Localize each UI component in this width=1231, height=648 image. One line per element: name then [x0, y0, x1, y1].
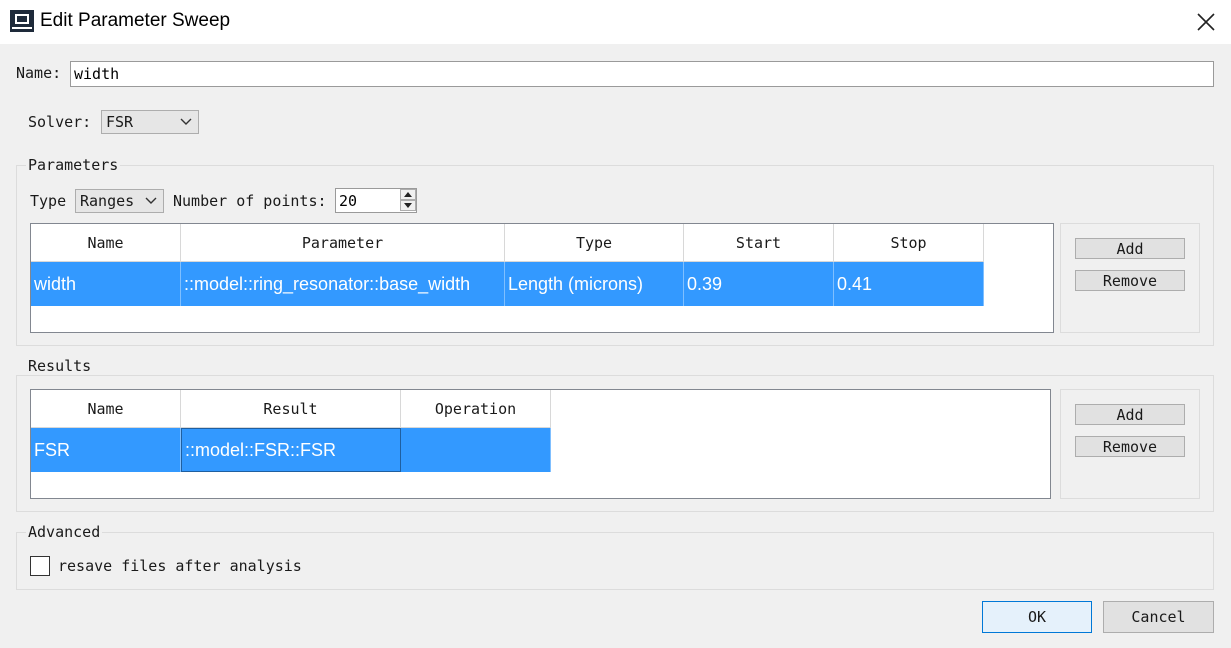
solver-select[interactable]: FSR: [101, 110, 199, 134]
table-cell[interactable]: 0.39: [684, 262, 834, 306]
table-cell[interactable]: [401, 428, 551, 472]
table-cell[interactable]: ::model::FSR::FSR: [181, 428, 401, 472]
name-label: Name:: [16, 64, 62, 82]
resave-files-checkbox[interactable]: [30, 556, 50, 576]
name-input[interactable]: [70, 61, 1214, 87]
spin-up-button[interactable]: [400, 189, 416, 200]
close-button[interactable]: [1188, 4, 1224, 40]
results-table-header: Name Result Operation: [31, 390, 1050, 428]
table-cell[interactable]: FSR: [31, 428, 181, 472]
table-cell[interactable]: 0.41: [834, 262, 984, 306]
table-row[interactable]: FSR ::model::FSR::FSR: [31, 428, 1050, 472]
spin-down-icon: [404, 203, 412, 208]
column-header[interactable]: Start: [684, 224, 834, 262]
type-label: Type: [30, 192, 67, 210]
column-header[interactable]: Stop: [834, 224, 984, 262]
type-select[interactable]: Ranges: [75, 189, 164, 213]
solver-label: Solver:: [28, 113, 92, 131]
resave-files-label: resave files after analysis: [58, 557, 302, 575]
solver-selected-value: FSR: [106, 113, 134, 131]
remove-parameter-button[interactable]: Remove: [1075, 270, 1185, 291]
table-cell[interactable]: width: [31, 262, 181, 306]
cancel-button[interactable]: Cancel: [1103, 601, 1214, 633]
window-title: Edit Parameter Sweep: [40, 10, 231, 31]
points-spinbox[interactable]: [335, 188, 417, 213]
parameters-group-title: Parameters: [26, 156, 121, 174]
spin-down-button[interactable]: [400, 200, 416, 211]
table-cell[interactable]: Length (microns): [505, 262, 684, 306]
app-window-icon: [10, 10, 34, 32]
chevron-down-icon: [145, 197, 157, 204]
column-header[interactable]: Result: [181, 390, 401, 428]
parameters-table-header: Name Parameter Type Start Stop: [31, 224, 1053, 262]
chevron-down-icon: [180, 118, 192, 125]
results-table: Name Result Operation FSR ::model::FSR::…: [30, 389, 1051, 499]
column-header[interactable]: Name: [31, 390, 181, 428]
points-label: Number of points:: [173, 192, 327, 210]
column-header[interactable]: Operation: [401, 390, 551, 428]
type-selected-value: Ranges: [80, 192, 135, 210]
remove-result-button[interactable]: Remove: [1075, 436, 1185, 457]
results-group-title: Results: [26, 357, 94, 375]
add-result-button[interactable]: Add: [1075, 404, 1185, 425]
add-parameter-button[interactable]: Add: [1075, 238, 1185, 259]
table-row[interactable]: width ::model::ring_resonator::base_widt…: [31, 262, 1053, 306]
advanced-group-title: Advanced: [26, 523, 103, 541]
column-header[interactable]: Type: [505, 224, 684, 262]
table-cell[interactable]: ::model::ring_resonator::base_width: [181, 262, 505, 306]
parameters-table: Name Parameter Type Start Stop width ::m…: [30, 223, 1054, 333]
spin-up-icon: [404, 192, 412, 197]
column-header[interactable]: Name: [31, 224, 181, 262]
close-icon: [1197, 13, 1215, 31]
column-header[interactable]: Parameter: [181, 224, 505, 262]
ok-button[interactable]: OK: [982, 601, 1092, 633]
